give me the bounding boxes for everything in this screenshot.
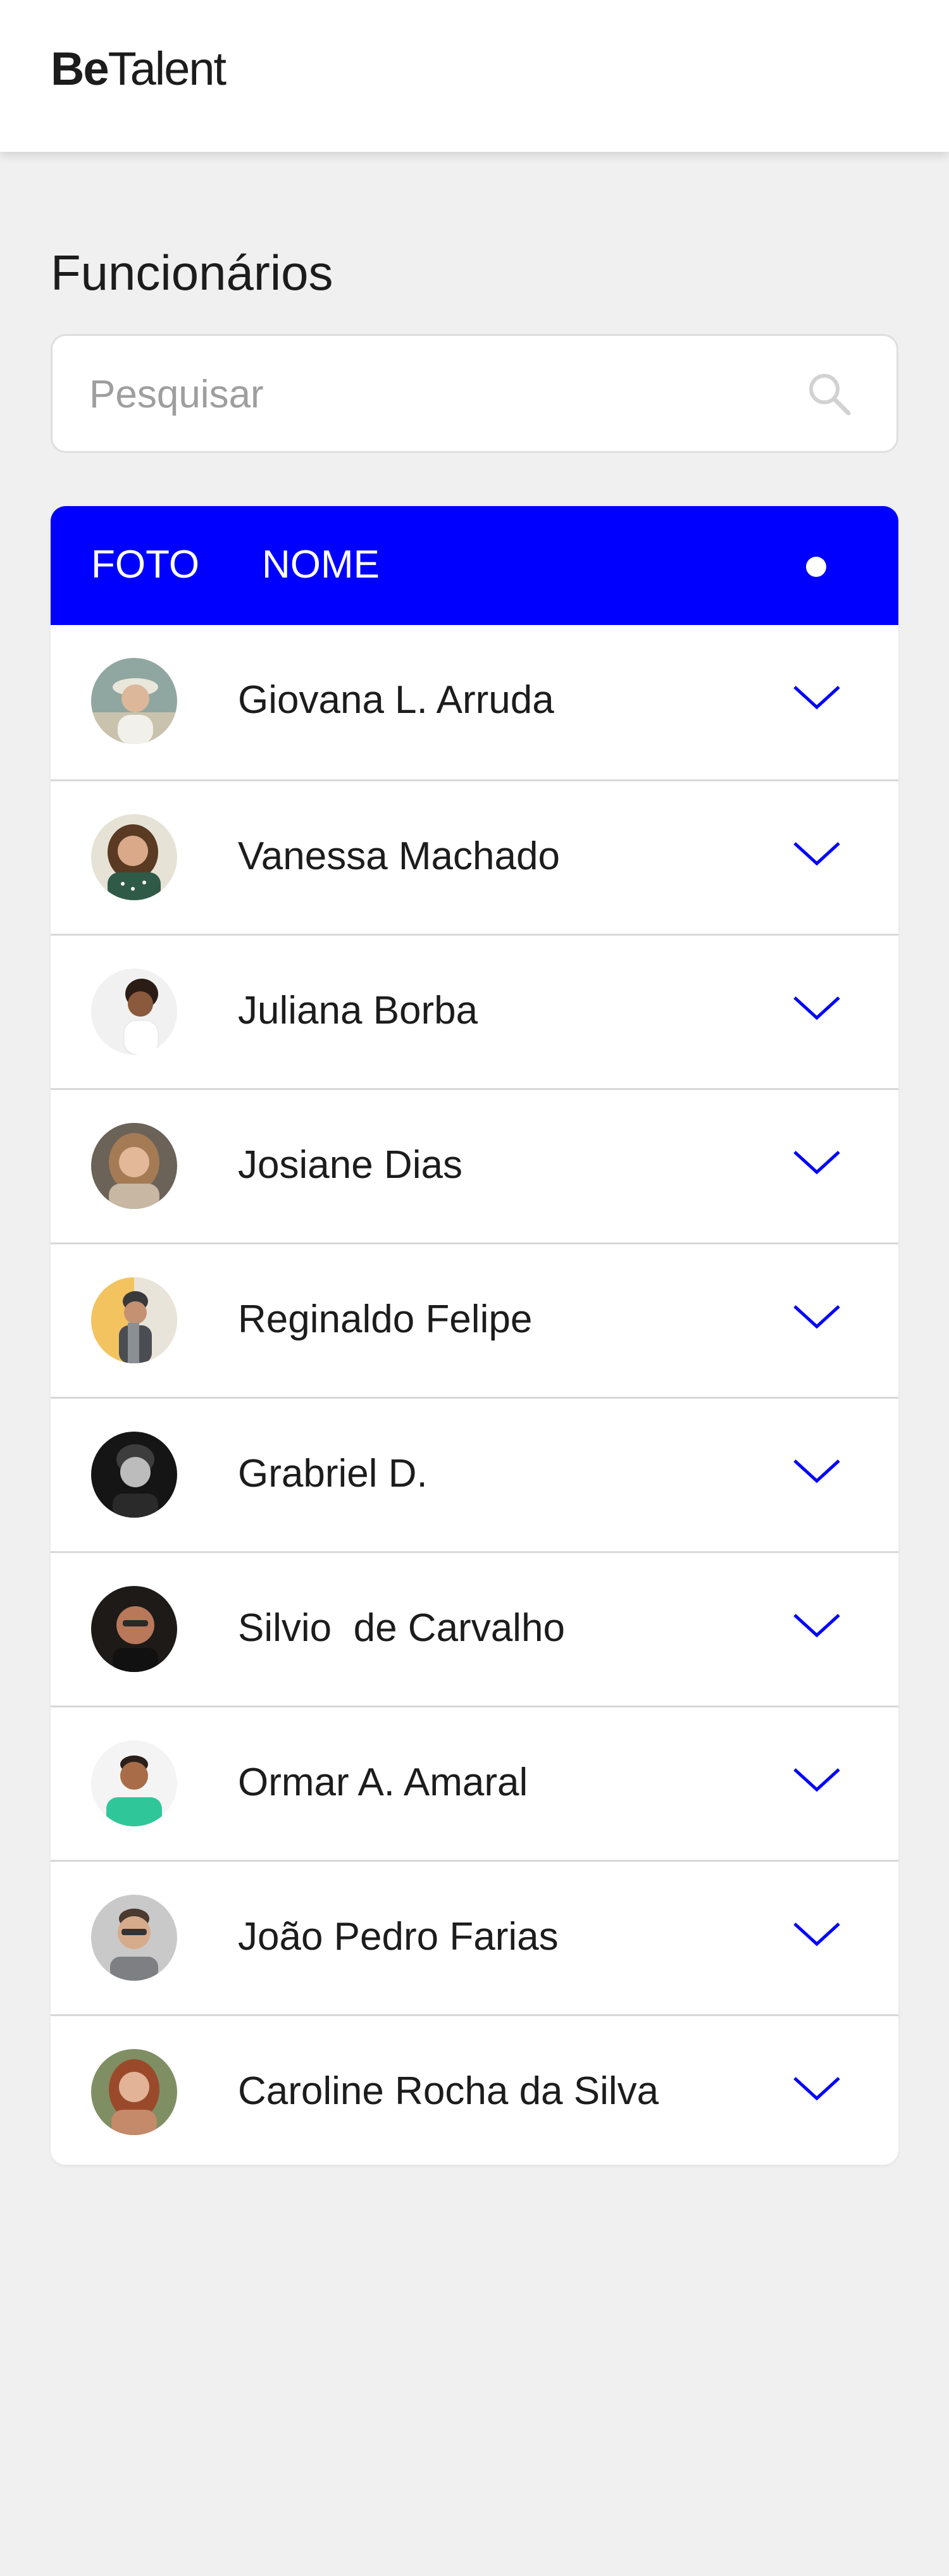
employee-name: Vanessa Machado xyxy=(238,834,560,878)
table-row[interactable]: Vanessa Machado xyxy=(51,779,898,934)
employee-name: João Pedro Farias xyxy=(238,1915,559,1959)
table-row[interactable]: Giovana L. Arruda xyxy=(51,625,898,779)
avatar xyxy=(91,1277,177,1363)
search-input[interactable] xyxy=(89,361,785,427)
avatar xyxy=(91,1586,177,1672)
avatar xyxy=(91,1740,177,1826)
avatar xyxy=(91,658,177,744)
column-header-name: NOME xyxy=(262,543,380,586)
table-row[interactable]: Juliana Borba xyxy=(51,934,898,1088)
chevron-down-icon[interactable] xyxy=(792,1761,841,1799)
search-box[interactable] xyxy=(51,334,898,453)
chevron-down-icon[interactable] xyxy=(792,1452,841,1490)
avatar xyxy=(91,2049,177,2135)
table-row[interactable]: Reginaldo Felipe xyxy=(51,1242,898,1397)
app-header: BeTalent xyxy=(0,0,949,152)
avatar xyxy=(91,969,177,1055)
logo-talent: Talent xyxy=(108,42,226,95)
chevron-down-icon[interactable] xyxy=(792,678,841,716)
employee-name: Reginaldo Felipe xyxy=(238,1297,533,1341)
employees-table: FOTO NOME Giovana L. Arruda Vanessa Mach… xyxy=(51,506,898,2165)
chevron-down-icon[interactable] xyxy=(792,1606,841,1644)
dot-icon xyxy=(806,557,826,577)
chevron-down-icon[interactable] xyxy=(792,2069,841,2107)
avatar xyxy=(91,814,177,900)
avatar xyxy=(91,1432,177,1518)
betalent-logo[interactable]: BeTalent xyxy=(51,46,226,92)
logo-be: Be xyxy=(51,42,109,95)
chevron-down-icon[interactable] xyxy=(792,989,841,1027)
employee-name: Giovana L. Arruda xyxy=(238,678,554,722)
employee-name: Caroline Rocha da Silva xyxy=(238,2069,659,2113)
chevron-down-icon[interactable] xyxy=(792,1143,841,1181)
table-row[interactable]: Grabriel D. xyxy=(51,1397,898,1551)
table-row[interactable]: Caroline Rocha da Silva xyxy=(51,2014,898,2165)
chevron-down-icon[interactable] xyxy=(792,1297,841,1335)
table-row[interactable]: Ormar A. Amaral xyxy=(51,1706,898,1860)
table-body: Giovana L. Arruda Vanessa Machado Julian… xyxy=(51,625,898,2165)
table-row[interactable]: Josiane Dias xyxy=(51,1088,898,1242)
search-icon[interactable] xyxy=(807,371,852,417)
employee-name: Juliana Borba xyxy=(238,989,478,1032)
column-header-photo: FOTO xyxy=(91,543,200,586)
table-row[interactable]: João Pedro Farias xyxy=(51,1860,898,2014)
page-title: Funcionários xyxy=(51,245,333,301)
chevron-down-icon[interactable] xyxy=(792,1915,841,1953)
employee-name: Ormar A. Amaral xyxy=(238,1761,528,1804)
avatar xyxy=(91,1895,177,1981)
employee-name: Silvio de Carvalho xyxy=(238,1606,565,1650)
employee-name: Grabriel D. xyxy=(238,1452,428,1495)
table-header: FOTO NOME xyxy=(51,506,898,625)
table-row[interactable]: Silvio de Carvalho xyxy=(51,1551,898,1706)
avatar xyxy=(91,1123,177,1209)
chevron-down-icon[interactable] xyxy=(792,834,841,872)
employee-name: Josiane Dias xyxy=(238,1143,462,1187)
